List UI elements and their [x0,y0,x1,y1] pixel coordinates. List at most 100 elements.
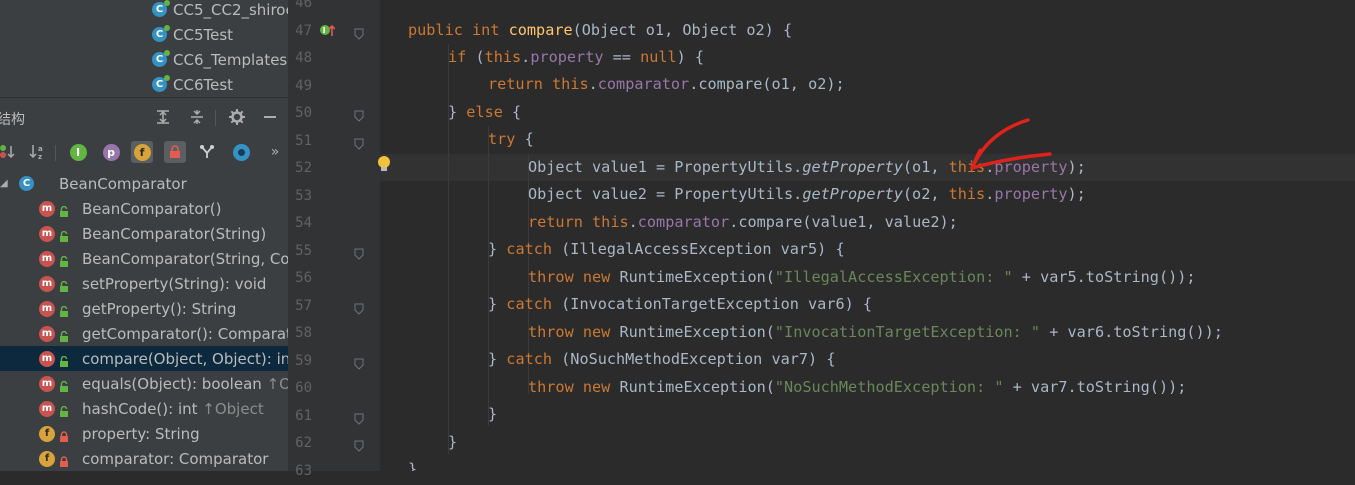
tree-item-label: CC5Test [173,25,234,44]
method-icon: m [39,375,55,392]
member-item[interactable]: m compare(Object, Object): int [0,346,288,371]
public-lock-icon [59,403,71,417]
token: . [521,48,531,66]
token: . [628,213,638,231]
fold-marker-icon[interactable] [354,245,364,260]
token: (InvocationTargetException var6) { [552,295,873,313]
fold-marker-icon[interactable] [354,355,364,370]
token: else [466,103,503,121]
show-anonymous-icon[interactable] [230,141,252,163]
private-lock-icon [59,453,71,467]
fold-marker-icon[interactable] [354,107,364,122]
member-signature: BeanComparator(String, Cor [82,249,288,268]
member-signature: BeanComparator(String) [82,224,267,243]
token: RuntimeException( [610,268,775,286]
method-icon: m [39,400,55,417]
member-signature: setProperty(String): void [82,274,267,293]
token: RuntimeException( [610,378,775,396]
member-item[interactable]: m BeanComparator() [0,196,288,221]
code-line-47: public int compare(Object o1, Object o2)… [408,17,792,44]
token: throw [528,378,574,396]
fold-marker-icon[interactable] [354,410,364,425]
collapse-all-icon[interactable] [187,107,207,127]
member-item[interactable]: m getProperty(): String [0,296,288,321]
token: } [488,295,507,313]
project-tree-item[interactable]: C CC6_Templates [0,47,288,72]
token: } [448,433,458,451]
token: return [488,75,543,93]
token: } [448,103,467,121]
token: compare [508,21,573,39]
structure-title: 结构 [0,112,25,128]
tree-item-label: CC6Test [173,75,234,94]
gear-icon[interactable] [227,107,247,127]
expand-arrow-icon[interactable]: ◢ [0,178,8,189]
project-tree-item[interactable]: C CC5Test [0,22,288,47]
code-editor[interactable]: public int compare(Object o1, Object o2)… [380,0,1355,471]
minimize-icon[interactable] [260,107,280,127]
line-number: 49 [295,77,312,94]
show-non-public-icon[interactable] [164,141,186,163]
method-icon: m [39,350,55,367]
intention-bulb-icon[interactable] [377,155,393,173]
token: throw [528,268,574,286]
token: ); [1067,158,1086,176]
token: this [484,48,522,66]
show-inherited-icon[interactable]: I [67,141,89,163]
fold-marker-icon[interactable] [354,437,364,452]
line-number: 55 [295,242,312,259]
override-marker-icon[interactable]: I [319,22,336,36]
project-tree: C CC5_CC2_shiroe C CC5Test C CC6_Templat… [0,0,288,97]
member-label: hashCode(): int ↑Object [82,400,264,418]
fold-marker-icon[interactable] [354,25,364,40]
class-icon: C [152,50,170,67]
expand-all-icon[interactable] [153,107,173,127]
member-item[interactable]: m BeanComparator(String, Cor [0,246,288,271]
project-tree-item[interactable]: C CC6Test [0,72,288,97]
member-item[interactable]: m BeanComparator(String) [0,221,288,246]
member-item[interactable]: f property: String [0,421,288,446]
line-number: 46 [295,0,312,11]
editor-gutter: 46 47 48 49 50 51 52 53 54 55 56 57 58 59 60 61 62 63 I [288,0,380,479]
member-label: getProperty(): String [82,300,236,318]
field-icon: f [39,450,55,467]
token: } [488,405,498,423]
more-icon[interactable]: » [264,141,286,163]
token: (o1, [902,158,949,176]
left-tool-window: C CC5_CC2_shiroe C CC5Test C CC6_Templat… [0,0,288,471]
fold-marker-icon[interactable] [354,300,364,315]
token: new [582,268,611,286]
show-fields-icon[interactable]: f [131,141,153,163]
tree-root-beancomparator[interactable]: ◢ C BeanComparator [0,171,288,196]
member-signature: property: String [82,424,200,443]
sort-alphabetically-icon[interactable]: az [26,141,48,163]
token: (Object o1, Object o2) { [572,21,793,39]
token: "InvocationTargetException: " [774,323,1041,341]
code-line-51: try { [488,126,534,153]
token: this [552,75,589,93]
public-lock-icon [59,203,71,217]
token: { [502,103,522,121]
public-lock-icon [59,278,71,292]
member-item[interactable]: m setProperty(String): void [0,271,288,296]
token: catch [506,350,553,368]
code-line-59: } catch (NoSuchMethodException var7) { [488,346,835,373]
indent-guide [488,126,489,426]
token: Object value1 = PropertyUtils. [528,158,803,176]
code-line-58: throw new RuntimeException("InvocationTa… [528,319,1223,346]
header-divider [215,110,216,126]
member-item[interactable]: m hashCode(): int ↑Object [0,396,288,421]
token: public [408,21,463,39]
show-hierarchy-icon[interactable] [196,141,218,163]
line-number: 50 [295,105,312,121]
show-properties-icon[interactable]: p [100,141,122,163]
sort-by-visibility-icon[interactable] [0,141,18,163]
line-number: 61 [295,407,312,424]
method-icon: m [39,200,55,217]
fold-marker-icon[interactable] [354,135,364,150]
member-item[interactable]: m equals(Object): boolean ↑Ob [0,371,288,396]
class-icon: C [152,75,170,92]
member-item[interactable]: f comparator: Comparator [0,446,288,471]
project-tree-item[interactable]: C CC5_CC2_shiroe [0,0,288,22]
member-item[interactable]: m getComparator(): Comparato [0,321,288,346]
